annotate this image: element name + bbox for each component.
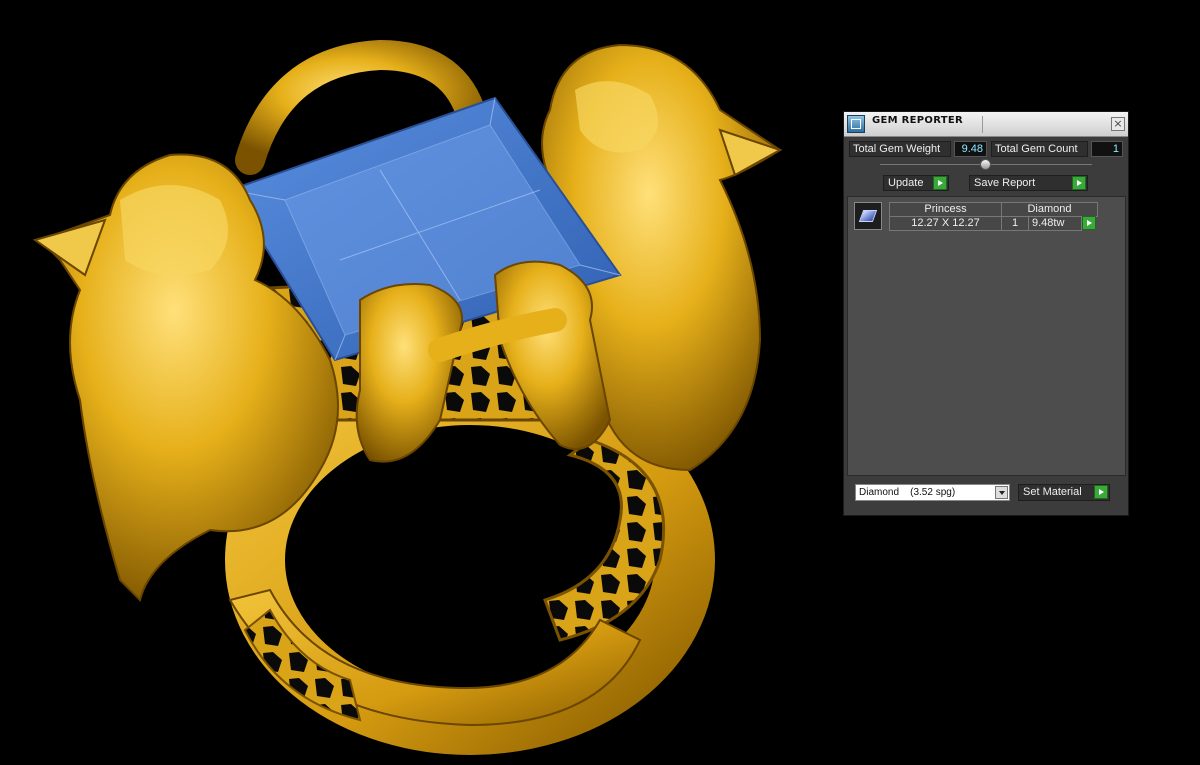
princess-gem-icon [858, 210, 878, 222]
update-go-icon [933, 176, 947, 190]
panel-titlebar[interactable]: GEM REPORTER × [844, 112, 1128, 137]
gem-count-cell: 1 [1001, 216, 1029, 231]
material-select-value: Diamond (3.52 spg) [859, 487, 956, 498]
save-report-button-label: Save Report [974, 177, 1036, 189]
ring-model[interactable] [32, 39, 783, 755]
gem-reporter-app-icon [847, 115, 865, 133]
tiger-paw-left [355, 283, 463, 463]
chevron-down-icon[interactable] [995, 486, 1008, 499]
total-gem-weight-label: Total Gem Weight [849, 141, 951, 157]
panel-title: GEM REPORTER [872, 115, 964, 126]
update-button-label: Update [888, 177, 924, 189]
tiger-left-face [120, 185, 228, 276]
gem-reporter-panel: GEM REPORTER × Total Gem Weight 9.48 Tot… [843, 111, 1129, 516]
save-report-button[interactable]: Save Report [969, 175, 1088, 191]
gem-weight-cell: 9.48tw [1028, 216, 1082, 231]
total-gem-count-value: 1 [1091, 141, 1123, 157]
material-select[interactable]: Diamond (3.52 spg) [855, 484, 1010, 501]
total-gem-count-label: Total Gem Count [991, 141, 1088, 157]
set-material-button[interactable]: Set Material [1018, 484, 1110, 501]
panel-splitter-handle[interactable] [980, 159, 991, 170]
set-material-go-icon [1094, 485, 1108, 499]
gem-thumbnail-icon[interactable] [854, 202, 882, 230]
set-material-button-label: Set Material [1023, 486, 1082, 498]
gem-size-cell: 12.27 X 12.27 [889, 216, 1002, 231]
close-button[interactable]: × [1111, 117, 1125, 131]
gem-list[interactable]: Princess Diamond 12.27 X 12.27 1 9.48tw [847, 196, 1126, 476]
gem-row-go-icon[interactable] [1082, 216, 1096, 230]
update-button[interactable]: Update [883, 175, 949, 191]
total-gem-weight-value: 9.48 [954, 141, 987, 157]
titlebar-divider [982, 116, 983, 133]
column-header-material: Diamond [1001, 202, 1098, 217]
column-header-shape: Princess [889, 202, 1002, 217]
save-report-go-icon [1072, 176, 1086, 190]
